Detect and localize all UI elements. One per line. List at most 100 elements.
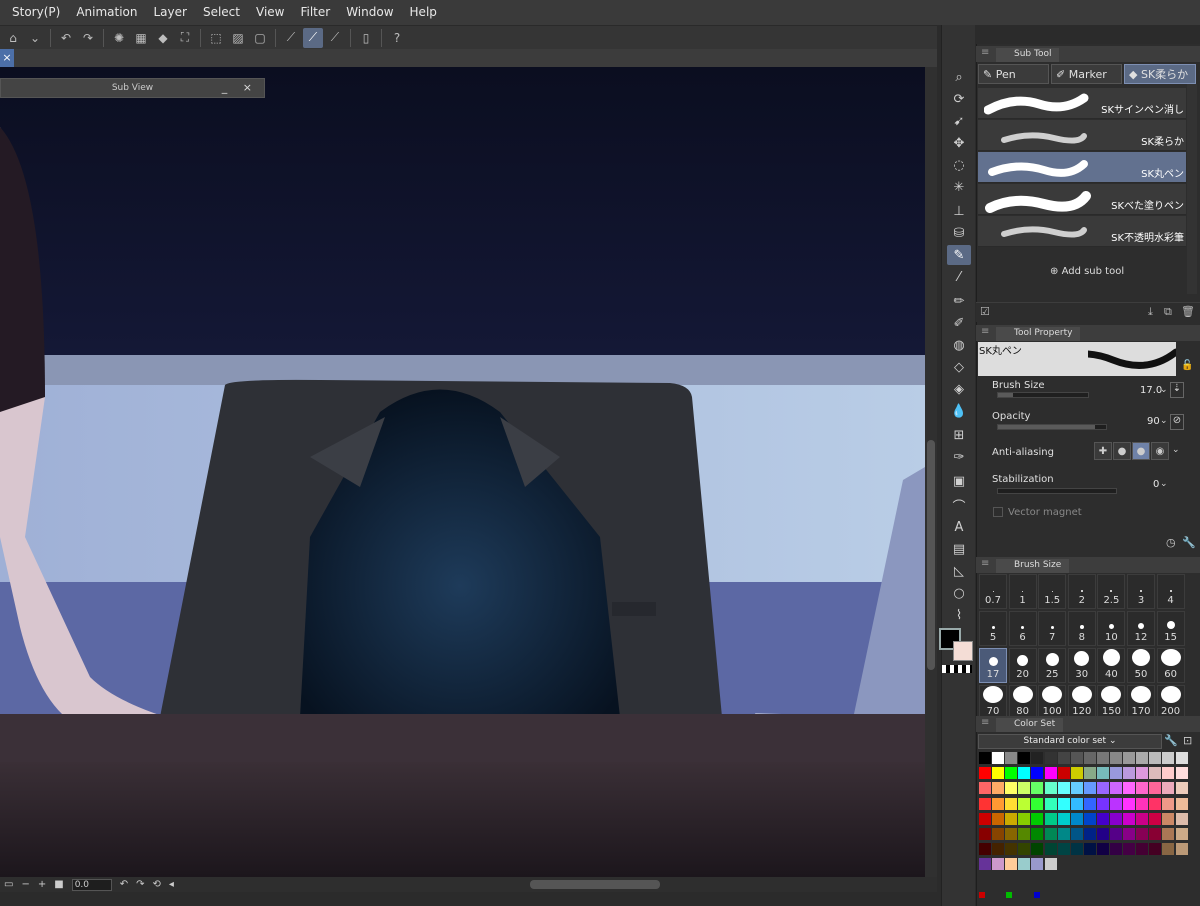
sub-view-header[interactable]: Sub View _ × <box>0 78 265 98</box>
pressure-icon[interactable]: ⇣ <box>1170 382 1184 398</box>
color-swatch[interactable] <box>1110 782 1122 795</box>
menu-layer[interactable]: Layer <box>146 0 195 25</box>
color-swatch[interactable] <box>1175 812 1188 825</box>
color-swatch[interactable] <box>1110 797 1122 810</box>
color-swatch[interactable] <box>1031 767 1044 780</box>
subtool-brush-item[interactable]: SKべた塗りペン <box>978 184 1186 215</box>
color-swatch[interactable] <box>979 782 991 795</box>
color-swatch[interactable] <box>1136 843 1149 856</box>
color-swatch[interactable] <box>1057 797 1070 810</box>
color-swatch[interactable] <box>1162 797 1175 810</box>
subtool-brush-item[interactable]: SK柔らか <box>978 120 1186 151</box>
brush-size-option[interactable]: 60 <box>1156 648 1185 683</box>
hat-icon[interactable]: ⌂ <box>3 28 23 48</box>
color-swatch[interactable] <box>1123 767 1136 780</box>
color-swatch[interactable] <box>1136 752 1149 764</box>
subtool-brush-item[interactable]: SKサインペン消し <box>978 88 1186 119</box>
brush-size-option[interactable]: 7 <box>1038 611 1067 646</box>
antialias-none-icon[interactable]: ✚ <box>1094 442 1112 460</box>
color-swatch[interactable] <box>1031 828 1044 840</box>
flip-icon[interactable]: ◂ <box>165 879 178 890</box>
color-swatch[interactable] <box>1031 752 1044 764</box>
menu-select[interactable]: Select <box>195 0 248 25</box>
color-swatch[interactable] <box>979 767 991 780</box>
brush-size-option[interactable]: 12 <box>1127 611 1155 646</box>
color-swatch[interactable] <box>1149 843 1162 856</box>
color-swatch[interactable] <box>1149 797 1162 810</box>
color-swatch[interactable] <box>1175 797 1188 810</box>
subtool-brush-item[interactable]: SK不透明水彩筆 <box>978 216 1186 247</box>
operation-icon[interactable]: ➹ <box>947 111 971 131</box>
color-swatch[interactable] <box>1031 858 1044 871</box>
drop-icon[interactable]: 💧 <box>947 401 971 421</box>
curve-icon[interactable]: ⌒ <box>947 495 971 515</box>
brush-size-option[interactable]: 25 <box>1038 648 1067 683</box>
subtool-brush-item[interactable]: SK丸ペン <box>978 152 1186 183</box>
brush-size-option[interactable]: 1 <box>1008 574 1037 609</box>
color-swatch[interactable] <box>1070 767 1083 780</box>
color-swatch[interactable] <box>1110 752 1122 764</box>
redo-icon[interactable]: ↷ <box>78 28 98 48</box>
canvas[interactable] <box>0 67 925 877</box>
color-swatch[interactable] <box>1044 752 1057 764</box>
stamp-icon[interactable]: ⊥ <box>947 201 971 221</box>
color-swatch[interactable] <box>992 828 1005 840</box>
snap-ruler-icon[interactable]: ⟋ <box>281 28 301 48</box>
brush-size-option[interactable]: 30 <box>1067 648 1096 683</box>
brush-size-slider[interactable] <box>997 392 1089 398</box>
color-swatch[interactable] <box>1031 782 1044 795</box>
color-swatch[interactable] <box>1110 767 1122 780</box>
eyedropper-icon[interactable]: ⁄ <box>947 267 971 287</box>
brush-size-option[interactable]: 170 <box>1127 685 1155 720</box>
zoom-icon[interactable]: ⌕ <box>947 67 971 87</box>
zoom-value-field[interactable]: 0.0 <box>71 878 112 891</box>
mesh-icon[interactable]: ⊞ <box>947 425 971 445</box>
color-swatch[interactable] <box>1070 812 1083 825</box>
menu-icon[interactable]: ≡ <box>981 717 989 728</box>
color-swatch[interactable] <box>1044 858 1057 871</box>
color-swatch[interactable] <box>1005 752 1018 764</box>
stop-icon[interactable]: ■ <box>50 879 67 890</box>
stabilization-slider[interactable] <box>997 488 1117 494</box>
menu-help[interactable]: Help <box>402 0 445 25</box>
color-swatch[interactable] <box>1057 767 1070 780</box>
rotate-right-icon[interactable]: ↷ <box>132 879 148 890</box>
color-swatch[interactable] <box>1162 782 1175 795</box>
chevron-down-icon[interactable]: ⌄ <box>1160 385 1168 395</box>
navigator-icon[interactable]: ▭ <box>0 879 17 890</box>
color-swatch[interactable] <box>1096 752 1109 764</box>
color-swatch[interactable] <box>1149 752 1162 764</box>
color-swatch[interactable] <box>1070 782 1083 795</box>
clear-selection-icon[interactable]: ▦ <box>131 28 151 48</box>
transform-icon[interactable]: ⛶ <box>175 28 195 48</box>
smartphone-icon[interactable]: ▯ <box>356 28 376 48</box>
color-swatch[interactable] <box>1175 752 1188 764</box>
subtool-tab-marker[interactable]: ✐ Marker <box>1051 64 1122 84</box>
menu-animation[interactable]: Animation <box>68 0 145 25</box>
color-swatch[interactable] <box>1005 858 1018 871</box>
color-swatch[interactable] <box>979 828 991 840</box>
color-swatch[interactable] <box>992 812 1005 825</box>
brush-size-option[interactable]: 70 <box>979 685 1007 720</box>
color-swatch[interactable] <box>1018 828 1031 840</box>
gradient-icon[interactable]: ▣ <box>947 471 971 491</box>
brush-size-option[interactable]: 6 <box>1008 611 1037 646</box>
color-swatch[interactable] <box>1096 828 1109 840</box>
color-swatch[interactable] <box>1070 828 1083 840</box>
color-swatch[interactable] <box>1083 812 1096 825</box>
color-swatch[interactable] <box>1070 797 1083 810</box>
color-swatch[interactable] <box>1083 797 1096 810</box>
chevron-down-icon[interactable]: ⌄ <box>1160 479 1168 489</box>
balloon-icon[interactable]: ○ <box>947 583 971 603</box>
color-swatch[interactable] <box>1005 782 1018 795</box>
menu-view[interactable]: View <box>248 0 292 25</box>
blend-icon[interactable]: ◍ <box>947 335 971 355</box>
menu-icon[interactable]: ≡ <box>981 47 989 58</box>
help-icon[interactable]: ? <box>387 28 407 48</box>
color-swatch[interactable] <box>1057 752 1070 764</box>
pen-icon[interactable]: ✎ <box>947 245 971 265</box>
chevron-down-icon[interactable]: ⌄ <box>25 28 45 48</box>
close-canvas-tab-icon[interactable]: × <box>0 49 14 67</box>
color-swatch[interactable] <box>992 767 1005 780</box>
chevron-down-icon[interactable]: ⌄ <box>1160 416 1168 426</box>
